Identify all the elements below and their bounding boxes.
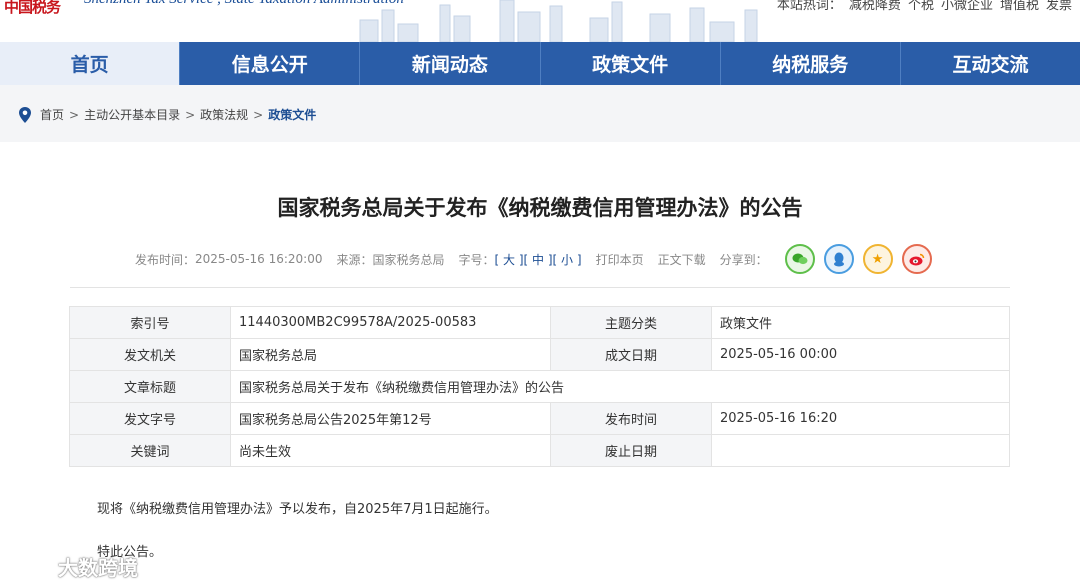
hot-words-label: 本站热词：: [776, 0, 842, 13]
abolish-date-label: 废止日期: [550, 434, 712, 467]
article-container: 国家税务总局关于发布《纳税缴费信用管理办法》的公告 发布时间： 2025-05-…: [0, 142, 1080, 583]
breadcrumb-separator: >: [69, 107, 80, 122]
download-button[interactable]: 正文下载: [658, 251, 706, 268]
watermark-text: 大数跨境: [58, 556, 138, 580]
publish-time-label: 发布时间：: [135, 252, 196, 267]
nav-interaction[interactable]: 互动交流: [899, 42, 1080, 85]
doc-title-label: 文章标题: [69, 370, 231, 403]
breadcrumb-current[interactable]: 政策文件: [268, 106, 316, 123]
qzone-star-icon[interactable]: ★: [862, 244, 893, 274]
date-label: 成文日期: [550, 338, 712, 371]
issuer-value: 国家税务总局: [230, 338, 551, 371]
hot-word-link[interactable]: 增值税: [1000, 0, 1039, 13]
index-value: 11440300MB2C99578A/2025-00583: [230, 306, 551, 339]
pub-time-value: 2025-05-16 16:20: [711, 402, 1010, 435]
hot-word-link[interactable]: 小微企业: [941, 0, 993, 13]
nav-policy-docs[interactable]: 政策文件: [539, 42, 720, 85]
doc-title-value: 国家税务总局关于发布《纳税缴费信用管理办法》的公告: [230, 370, 1010, 403]
share-buttons: ★: [776, 244, 932, 274]
wechat-icon[interactable]: [784, 244, 815, 274]
watermark: 大数跨境: [8, 552, 138, 581]
abolish-date-value: [711, 434, 1010, 467]
breadcrumb-separator: >: [185, 107, 196, 122]
table-row: 发文字号 国家税务总局公告2025年第12号 发布时间 2025-05-16 1…: [69, 402, 1010, 435]
nav-tax-service[interactable]: 纳税服务: [719, 42, 900, 85]
nav-home[interactable]: 首页: [0, 42, 180, 85]
date-value: 2025-05-16 00:00: [711, 338, 1010, 371]
main-nav: 首页 信息公开 新闻动态 政策文件 纳税服务 互动交流: [0, 42, 1080, 85]
hot-word-link[interactable]: 发票: [1046, 0, 1072, 13]
qq-icon[interactable]: [823, 244, 854, 274]
watermark-logo-icon: [10, 557, 51, 576]
source: 国家税务总局: [372, 252, 445, 267]
font-small-button[interactable]: 小: [561, 253, 573, 267]
table-row: 索引号 11440300MB2C99578A/2025-00583 主题分类 政…: [69, 306, 1010, 339]
breadcrumb-bar: 首页 > 主动公开基本目录 > 政策法规 > 政策文件: [0, 85, 1080, 142]
font-medium-button[interactable]: 中: [532, 253, 544, 267]
publish-time: 2025-05-16 16:20:00: [195, 252, 323, 266]
topic-value: 政策文件: [711, 306, 1010, 339]
location-pin-icon: [19, 106, 31, 123]
table-row: 文章标题 国家税务总局关于发布《纳税缴费信用管理办法》的公告: [69, 370, 1010, 403]
breadcrumb-separator: >: [253, 107, 264, 122]
share-label: 分享到：: [719, 252, 768, 267]
nav-info-disclosure[interactable]: 信息公开: [179, 42, 359, 85]
doc-number-value: 国家税务总局公告2025年第12号: [230, 402, 551, 435]
article-meta: 发布时间： 2025-05-16 16:20:00 来源： 国家税务总局 字号：…: [135, 244, 932, 274]
site-logo[interactable]: 中国税务: [4, 0, 61, 17]
breadcrumb-regulations[interactable]: 政策法规: [200, 106, 248, 123]
breadcrumb: 首页 > 主动公开基本目录 > 政策法规 > 政策文件: [18, 106, 316, 123]
table-row: 发文机关 国家税务总局 成文日期 2025-05-16 00:00: [69, 338, 1010, 371]
keyword-value: 尚未生效: [230, 434, 551, 467]
article-title: 国家税务总局关于发布《纳税缴费信用管理办法》的公告: [277, 196, 803, 220]
breadcrumb-catalog[interactable]: 主动公开基本目录: [84, 106, 180, 123]
hot-words: 本站热词： 减税降费 个税 小微企业 增值税 发票: [770, 0, 1072, 13]
font-large-button[interactable]: 大: [503, 253, 515, 267]
table-row: 关键词 尚未生效 废止日期: [69, 434, 1010, 467]
document-info-table: 索引号 11440300MB2C99578A/2025-00583 主题分类 政…: [69, 306, 1010, 467]
source-label: 来源：: [336, 252, 373, 267]
nav-news[interactable]: 新闻动态: [359, 42, 539, 85]
keyword-label: 关键词: [69, 434, 231, 467]
breadcrumb-home[interactable]: 首页: [40, 106, 64, 123]
article-paragraph: 现将《纳税缴费信用管理办法》予以发布，自2025年7月1日起施行。: [97, 502, 498, 517]
pub-time-label: 发布时间: [550, 402, 712, 435]
topic-label: 主题分类: [550, 306, 712, 339]
doc-number-label: 发文字号: [69, 402, 231, 435]
hot-word-link[interactable]: 减税降费: [849, 0, 901, 13]
index-label: 索引号: [69, 306, 231, 339]
issuer-label: 发文机关: [69, 338, 231, 371]
divider: [70, 287, 1010, 288]
hot-word-link[interactable]: 个税: [908, 0, 934, 13]
top-header: 中国税务 Shenzhen Tax Service , State Taxati…: [0, 0, 1080, 42]
weibo-icon[interactable]: [901, 244, 932, 274]
print-button[interactable]: 打印本页: [596, 251, 644, 268]
skyline-banner-image: [359, 0, 758, 42]
font-size-label: 字号：: [458, 252, 495, 267]
